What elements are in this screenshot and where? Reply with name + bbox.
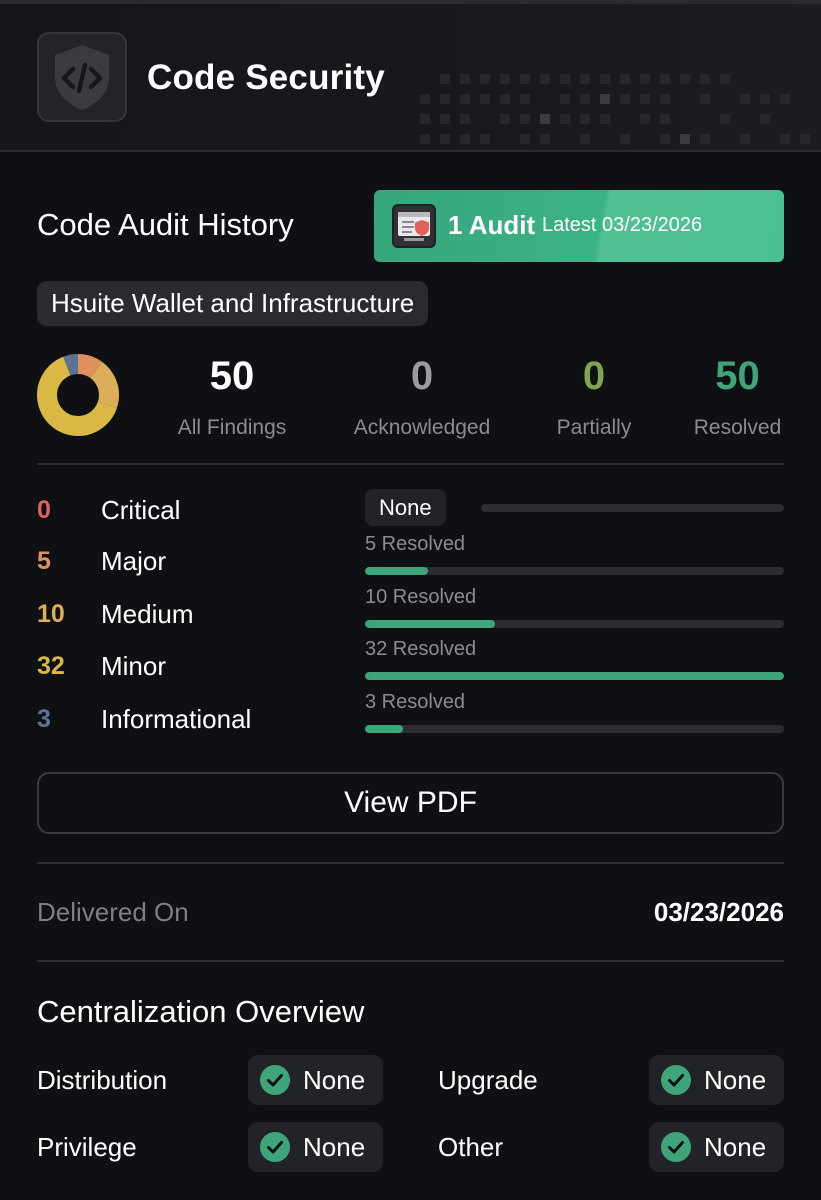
severity-row-major: 5 Major 5 Resolved [37, 533, 784, 581]
findings-donut-chart [37, 354, 119, 436]
check-circle-icon [661, 1132, 691, 1162]
centralization-label-other: Other [438, 1132, 504, 1162]
code-shield-icon [55, 45, 109, 110]
severity-resolved-label: 3 Resolved [365, 691, 466, 713]
severity-bar-fill [365, 620, 495, 628]
check-circle-icon [260, 1065, 290, 1095]
logo [37, 32, 127, 122]
centralization-value: None [704, 1065, 767, 1095]
audit-history-title: Code Audit History [37, 207, 294, 242]
centralization-label-upgrade: Upgrade [438, 1065, 538, 1095]
severity-resolved-label: 32 Resolved [365, 638, 477, 660]
centralization-value: None [303, 1065, 366, 1095]
header: Code Security [0, 4, 821, 152]
severity-resolved-label: 5 Resolved [365, 533, 466, 555]
stat-resolved-value: 50 [715, 354, 760, 398]
severity-resolved-label: 10 Resolved [365, 586, 477, 608]
divider [37, 463, 784, 465]
severity-row-informational: 3 Informational 3 Resolved [37, 691, 784, 739]
severity-bar-fill [365, 567, 428, 575]
centralization-label-privilege: Privilege [37, 1132, 137, 1162]
check-circle-icon [661, 1065, 691, 1095]
severity-row-medium: 10 Medium 10 Resolved [37, 586, 784, 634]
centralization-title: Centralization Overview [37, 994, 365, 1029]
severity-label: Critical [101, 495, 181, 525]
stat-acknowledged-label: Acknowledged [353, 416, 491, 439]
stat-partially: 0 Partially [553, 352, 635, 440]
severity-row-critical: 0 Critical None [37, 489, 784, 530]
divider [37, 960, 784, 962]
audit-latest-date: Latest 03/23/2026 [542, 214, 703, 236]
stat-acknowledged-value: 0 [410, 354, 434, 398]
audit-count: 1 Audit [448, 210, 536, 240]
severity-label: Medium [101, 599, 194, 629]
severity-label: Major [101, 546, 167, 576]
header-pixel-pattern [420, 74, 810, 144]
severity-count: 32 [37, 652, 65, 680]
severity-bar-track [365, 567, 784, 575]
centralization-value: None [303, 1132, 366, 1162]
stat-all-findings: 50 All Findings [173, 352, 291, 440]
delivered-on-label: Delivered On [37, 897, 189, 927]
severity-count: 10 [37, 600, 65, 628]
stat-acknowledged: 0 Acknowledged [347, 352, 497, 440]
stat-all-findings-value: 50 [209, 354, 255, 398]
centralization-status-privilege: None [248, 1122, 383, 1172]
severity-count: 3 [37, 705, 51, 733]
stat-all-findings-label: All Findings [177, 416, 287, 439]
page-title: Code Security [147, 58, 385, 97]
delivered-on-date: 03/23/2026 [653, 897, 784, 927]
severity-bar-track [481, 504, 784, 512]
audit-summary-banner[interactable]: 1 Audit Latest 03/23/2026 [374, 190, 784, 262]
severity-bar-track [365, 725, 784, 733]
view-pdf-button[interactable]: View PDF [37, 772, 784, 834]
severity-bar-track [365, 672, 784, 680]
centralization-label-distribution: Distribution [37, 1065, 168, 1095]
check-circle-icon [260, 1132, 290, 1162]
severity-count: 5 [37, 547, 51, 575]
project-name-chip[interactable]: Hsuite Wallet and Infrastructure [37, 281, 429, 326]
stat-partially-value: 0 [582, 354, 606, 398]
severity-label: Minor [101, 651, 167, 681]
centralization-value: None [704, 1132, 767, 1162]
audit-report-icon [392, 204, 436, 248]
stat-resolved-label: Resolved [693, 416, 782, 439]
divider [37, 862, 784, 864]
stat-resolved: 50 Resolved [691, 352, 784, 440]
stat-partially-label: Partially [556, 416, 632, 439]
severity-label: Informational [101, 704, 252, 734]
severity-bar-fill [365, 672, 784, 680]
centralization-status-other: None [649, 1122, 784, 1172]
severity-count: 0 [37, 496, 51, 524]
severity-bar-track [365, 620, 784, 628]
severity-none-chip: None [365, 489, 446, 526]
centralization-status-upgrade: None [649, 1055, 784, 1105]
severity-bar-fill [365, 725, 403, 733]
severity-row-minor: 32 Minor 32 Resolved [37, 638, 784, 686]
centralization-status-distribution: None [248, 1055, 383, 1105]
